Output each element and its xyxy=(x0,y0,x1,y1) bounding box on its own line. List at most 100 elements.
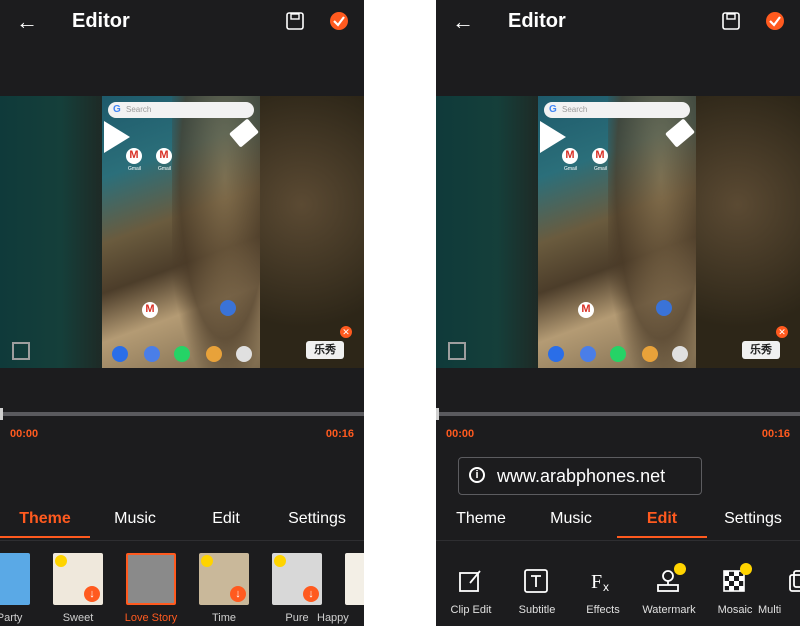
video-preview[interactable]: G Search M Gmail M Gmail M xyxy=(436,96,800,368)
back-arrow-icon[interactable]: ← xyxy=(452,10,476,34)
active-tab-indicator xyxy=(617,536,707,538)
google-search-bar: G Search xyxy=(108,102,254,118)
tool-label: Clip Edit xyxy=(450,604,492,616)
expand-icon[interactable] xyxy=(12,342,30,360)
info-icon: i xyxy=(469,467,485,483)
confirm-check-icon[interactable] xyxy=(766,12,784,30)
search-placeholder: Search xyxy=(126,105,152,114)
phone-dock xyxy=(542,346,692,364)
website-url: www.arabphones.net xyxy=(497,466,666,486)
page-title: Editor xyxy=(508,10,566,32)
multi-icon xyxy=(789,570,800,592)
tool-label: Subtitle xyxy=(518,604,556,616)
editor-panel-edit: ← Editor G Search M Gmail M Gmail M 乐秀 ✕… xyxy=(436,0,800,626)
svg-text:F: F xyxy=(591,571,602,593)
watermark-badge: 乐秀 xyxy=(742,341,780,359)
app-label: Gmail xyxy=(564,166,578,172)
effects-icon: Fx xyxy=(591,571,609,594)
gmail-icon: M xyxy=(592,148,608,164)
theme-thumb[interactable]: ↓ xyxy=(53,553,103,605)
theme-thumb[interactable] xyxy=(0,553,30,605)
play-icon[interactable] xyxy=(540,121,566,153)
premium-crown-icon xyxy=(274,555,286,567)
subtitle-icon xyxy=(524,569,548,593)
camera-icon xyxy=(236,346,252,362)
confirm-check-icon[interactable] xyxy=(330,12,348,30)
editor-tabs: Theme Music Edit Settings xyxy=(436,500,800,541)
tab-music[interactable]: Music xyxy=(90,510,180,528)
time-start: 00:00 xyxy=(446,428,475,440)
google-search-bar: G Search xyxy=(544,102,690,118)
preview-background-left xyxy=(436,96,538,368)
back-arrow-icon[interactable]: ← xyxy=(16,10,40,34)
tab-edit[interactable]: Edit xyxy=(181,510,271,528)
play-icon[interactable] xyxy=(104,121,130,153)
tab-settings[interactable]: Settings xyxy=(708,510,798,528)
chrome-icon xyxy=(642,346,658,362)
timeline-handle[interactable] xyxy=(0,408,3,420)
app-label: Gmail xyxy=(594,166,608,172)
app-label: Gmail xyxy=(128,166,142,172)
google-icon: G xyxy=(549,104,557,115)
whatsapp-icon xyxy=(174,346,190,362)
svg-text:x: x xyxy=(603,580,609,594)
premium-crown-icon xyxy=(55,555,67,567)
tab-edit[interactable]: Edit xyxy=(617,510,707,528)
camera-icon xyxy=(672,346,688,362)
timeline-handle[interactable] xyxy=(436,408,439,420)
page-title: Editor xyxy=(72,10,130,32)
tab-theme[interactable]: Theme xyxy=(0,510,90,528)
editor-panel-theme: ← Editor G Search M Gmail M Gmail M 乐秀 ✕… xyxy=(0,0,364,626)
theme-label: Time xyxy=(211,612,237,624)
tab-settings[interactable]: Settings xyxy=(272,510,362,528)
timeline-scrubber[interactable] xyxy=(0,408,364,420)
chrome-icon xyxy=(206,346,222,362)
messages-icon xyxy=(144,346,160,362)
theme-thumb-selected[interactable] xyxy=(126,553,176,605)
chrome-app-icon xyxy=(220,300,236,316)
search-placeholder: Search xyxy=(562,105,588,114)
premium-crown-icon xyxy=(674,563,686,575)
theme-label: Happy xyxy=(317,612,349,624)
download-icon: ↓ xyxy=(303,586,319,602)
phone-icon xyxy=(548,346,564,362)
remove-watermark-icon[interactable]: ✕ xyxy=(340,326,352,338)
tab-music[interactable]: Music xyxy=(526,510,616,528)
video-preview[interactable]: G Search M Gmail M Gmail M xyxy=(0,96,364,368)
panel-divider xyxy=(364,0,436,626)
watermark-badge: 乐秀 xyxy=(306,341,344,359)
download-icon: ↓ xyxy=(84,586,100,602)
download-icon: ↓ xyxy=(230,586,246,602)
phone-icon xyxy=(112,346,128,362)
tab-theme[interactable]: Theme xyxy=(436,510,526,528)
save-icon[interactable] xyxy=(722,12,740,30)
time-end: 00:16 xyxy=(325,428,354,440)
premium-crown-icon xyxy=(201,555,213,567)
app-label: Gmail xyxy=(158,166,172,172)
theme-thumb[interactable]: ↓ xyxy=(199,553,249,605)
theme-thumb[interactable]: ↓ xyxy=(272,553,322,605)
whatsapp-icon xyxy=(610,346,626,362)
tool-label: Multi xyxy=(758,604,782,616)
remove-watermark-icon[interactable]: ✕ xyxy=(776,326,788,338)
tool-label: Effects xyxy=(586,604,620,616)
messages-icon xyxy=(580,346,596,362)
theme-label-selected: Love Story xyxy=(124,612,178,624)
google-icon: G xyxy=(113,104,121,115)
tool-label: Watermark xyxy=(642,604,696,616)
active-tab-indicator xyxy=(0,536,90,538)
time-end: 00:16 xyxy=(761,428,790,440)
preview-background-left xyxy=(0,96,102,368)
editor-tabs: Theme Music Edit Settings xyxy=(0,500,364,541)
theme-thumb[interactable] xyxy=(345,553,364,605)
theme-label: e Party xyxy=(0,612,23,624)
website-overlay: i www.arabphones.net xyxy=(458,457,702,495)
clip-edit-icon xyxy=(459,570,481,592)
timeline-scrubber[interactable] xyxy=(436,408,800,420)
save-icon[interactable] xyxy=(286,12,304,30)
phone-dock xyxy=(106,346,256,364)
expand-icon[interactable] xyxy=(448,342,466,360)
gmail-icon: M xyxy=(142,302,158,318)
theme-label: Sweet xyxy=(62,612,94,624)
top-bar: ← Editor xyxy=(0,0,364,46)
